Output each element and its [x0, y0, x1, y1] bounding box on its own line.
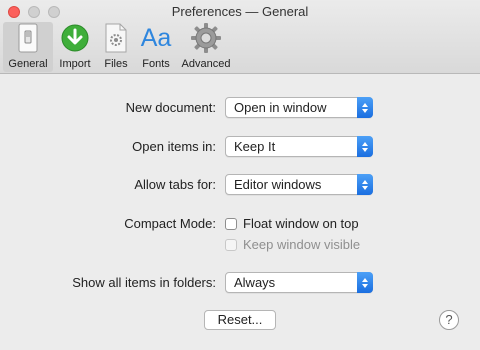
open-items-label: Open items in:	[132, 139, 216, 154]
toolbar-advanced-tab[interactable]: Advanced	[178, 22, 234, 72]
help-button[interactable]: ?	[439, 310, 459, 330]
keep-visible-label: Keep window visible	[243, 237, 361, 252]
popup-chevron-icon	[357, 136, 373, 157]
import-download-icon	[54, 22, 96, 54]
allow-tabs-label: Allow tabs for:	[134, 177, 216, 192]
toolbar-files-label: Files	[104, 58, 128, 70]
allow-tabs-value: Editor windows	[234, 177, 322, 192]
files-document-gear-icon	[100, 22, 132, 54]
float-window-checkbox[interactable]	[225, 217, 237, 230]
window-title: Preferences — General	[171, 4, 309, 19]
show-all-items-value: Always	[234, 275, 276, 290]
general-switch-icon	[3, 22, 53, 54]
title-bar: Preferences — General General Import Fil…	[0, 0, 480, 74]
allow-tabs-popup[interactable]: Editor windows	[225, 174, 373, 195]
float-window-label: Float window on top	[243, 216, 359, 231]
toolbar-files-tab[interactable]: Files	[100, 22, 132, 72]
popup-chevron-icon	[357, 97, 373, 118]
float-window-checkbox-row[interactable]: Float window on top	[225, 216, 359, 231]
open-items-value: Keep It	[234, 139, 276, 154]
fonts-icon-text: Aa	[140, 23, 172, 52]
toolbar-fonts-label: Fonts	[142, 58, 170, 70]
show-all-items-label: Show all items in folders:	[72, 275, 216, 290]
toolbar-general-label: General	[8, 58, 48, 70]
compact-mode-label: Compact Mode:	[124, 216, 216, 231]
new-document-label: New document:	[125, 100, 216, 115]
advanced-gear-icon	[178, 22, 234, 54]
toolbar-general-tab[interactable]: General	[3, 22, 53, 72]
keep-visible-checkbox	[225, 238, 237, 251]
preferences-window: Preferences — General General Import Fil…	[0, 0, 480, 350]
popup-chevron-icon	[357, 174, 373, 195]
show-all-items-popup[interactable]: Always	[225, 272, 373, 293]
toolbar-fonts-tab[interactable]: Aa Fonts	[137, 22, 175, 72]
open-items-popup[interactable]: Keep It	[225, 136, 373, 157]
reset-button[interactable]: Reset...	[204, 310, 276, 330]
new-document-popup[interactable]: Open in window	[225, 97, 373, 118]
toolbar-import-label: Import	[59, 58, 91, 70]
fonts-aa-icon: Aa	[137, 22, 175, 54]
toolbar-import-tab[interactable]: Import	[54, 22, 96, 72]
new-document-value: Open in window	[234, 100, 327, 115]
keep-visible-checkbox-row: Keep window visible	[225, 237, 360, 252]
popup-chevron-icon	[357, 272, 373, 293]
toolbar-advanced-label: Advanced	[181, 58, 231, 70]
